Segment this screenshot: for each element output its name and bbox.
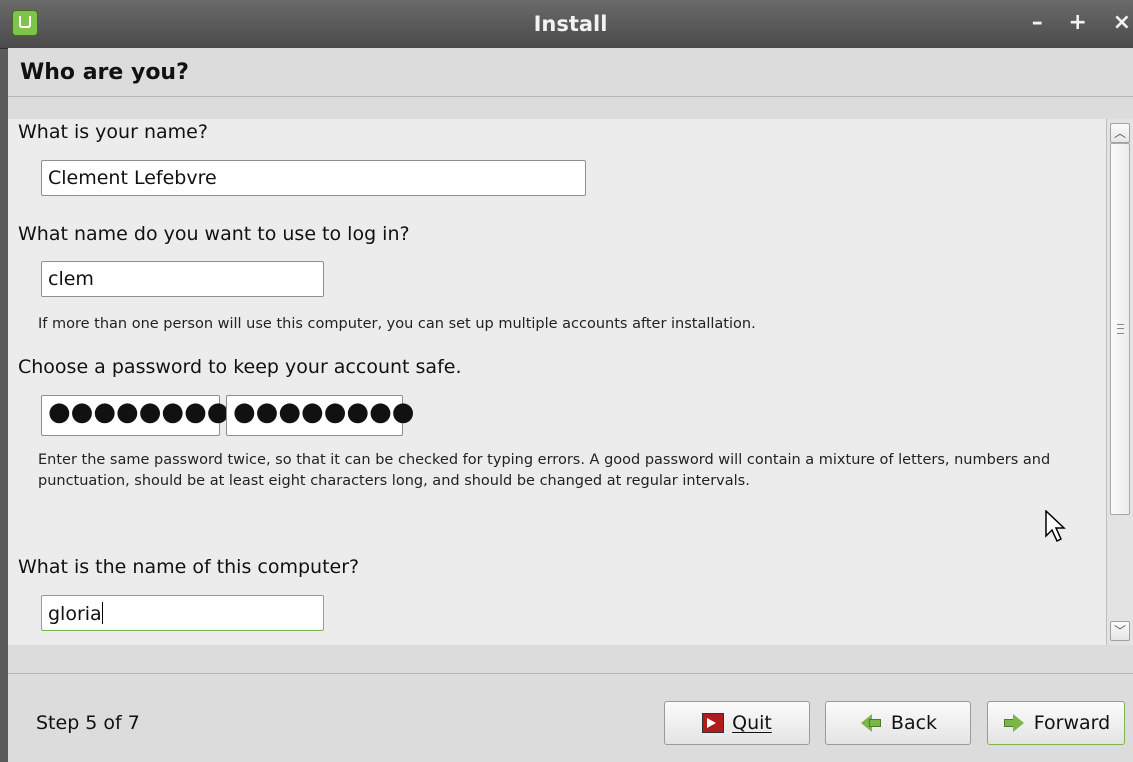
back-arrow-icon xyxy=(859,714,883,732)
forward-button[interactable]: Forward xyxy=(987,701,1125,745)
title-bar[interactable]: Install – + × xyxy=(0,0,1133,49)
password-hint: Enter the same password twice, so that i… xyxy=(38,452,1051,489)
computer-question: What is the name of this computer? xyxy=(18,556,360,578)
page-title: Who are you? xyxy=(20,60,189,85)
window-controls: – + × xyxy=(1014,10,1131,35)
full-name-input[interactable]: Clement Lefebvre xyxy=(41,160,586,196)
window-title: Install xyxy=(533,12,608,36)
back-button-label: Back xyxy=(890,712,938,734)
login-question: What name do you want to use to log in? xyxy=(18,223,410,245)
forward-button-label: Forward xyxy=(1033,712,1111,734)
grip-icon xyxy=(1117,324,1124,334)
login-hint: If more than one person will use this co… xyxy=(38,316,756,332)
back-button[interactable]: Back xyxy=(825,701,971,745)
text-caret xyxy=(101,602,103,624)
scroll-up-icon[interactable]: ︿ xyxy=(1110,123,1130,143)
password-input[interactable]: ●●●●●●●● xyxy=(41,395,230,436)
minimize-icon[interactable]: – xyxy=(1032,10,1043,35)
quit-button-label: Quit xyxy=(732,712,772,734)
footer-divider xyxy=(8,673,1133,674)
close-icon[interactable]: × xyxy=(1113,10,1131,35)
password-confirm-input[interactable]: ●●●●●●●● xyxy=(226,395,415,436)
maximize-icon[interactable]: + xyxy=(1068,10,1086,35)
scroll-down-icon[interactable]: ﹀ xyxy=(1110,621,1130,641)
forward-arrow-icon xyxy=(1002,714,1026,732)
computer-name-input[interactable]: gloria xyxy=(41,595,324,631)
step-indicator: Step 5 of 7 xyxy=(36,712,140,734)
quit-button[interactable]: Quit xyxy=(664,701,810,745)
name-question: What is your name? xyxy=(18,121,208,143)
scrollbar-thumb[interactable] xyxy=(1110,143,1130,515)
password-question: Choose a password to keep your account s… xyxy=(18,356,462,378)
user-form: What is your name? Clement Lefebvre What… xyxy=(8,119,1106,645)
username-input[interactable]: clem xyxy=(41,261,324,297)
installer-window: Install – + × Who are you? What is your … xyxy=(0,0,1133,762)
page-header: Who are you? xyxy=(8,48,1133,97)
mouse-pointer-icon xyxy=(1045,510,1066,543)
quit-icon xyxy=(702,713,725,733)
computer-name-value: gloria xyxy=(48,603,102,625)
vertical-scrollbar[interactable]: ︿ ﹀ xyxy=(1106,119,1133,645)
